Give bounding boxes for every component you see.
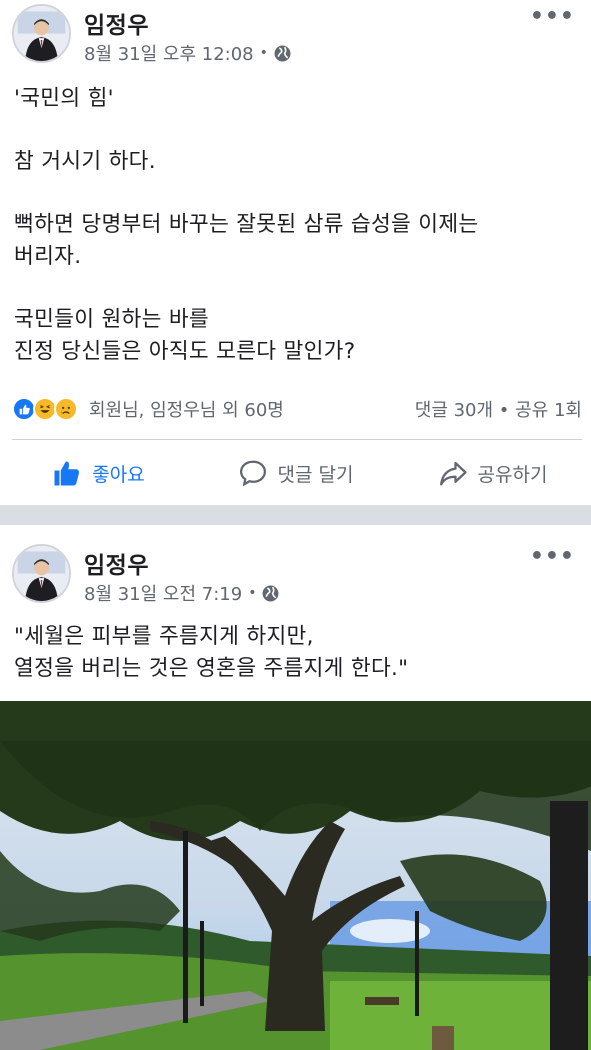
- post-line: '국민의 힘': [14, 86, 114, 111]
- post-line: 열정을 버리는 것은 영혼을 주름지게 한다.": [14, 656, 409, 681]
- comment-label: 댓글 달기: [277, 463, 354, 486]
- globe-icon[interactable]: [274, 45, 291, 62]
- share-arrow-icon: [439, 461, 467, 486]
- post-actions: 좋아요 댓글 달기 공유하기: [0, 448, 591, 498]
- comment-button[interactable]: 댓글 달기: [197, 448, 394, 498]
- more-options-button[interactable]: •••: [530, 4, 575, 29]
- globe-icon[interactable]: [262, 585, 279, 602]
- post-text: '국민의 힘' 참 거시기 하다. 뻑하면 당명부터 바꾸는 잘못된 삼류 습성…: [14, 83, 479, 368]
- divider: [12, 439, 582, 440]
- post-line: 버리자.: [14, 244, 82, 269]
- thumbs-up-icon: [54, 461, 80, 486]
- news-feed: 임정우 8월 31일 오후 12:08 • ••• '국민의 힘' 참 거시기 …: [0, 0, 591, 1050]
- post-2: 임정우 8월 31일 오전 7:19 • ••• "세월은 피부를 주름지게 하…: [0, 525, 591, 1050]
- post-header: 임정우 8월 31일 오전 7:19 • •••: [0, 540, 591, 610]
- comment-share-counts[interactable]: 댓글 30개 • 공유 1회: [415, 396, 582, 422]
- reaction-icons: [12, 397, 78, 421]
- post-line: "세월은 피부를 주름지게 하지만,: [14, 624, 314, 649]
- author-name[interactable]: 임정우: [84, 546, 149, 580]
- avatar[interactable]: [12, 4, 71, 63]
- author-name[interactable]: 임정우: [84, 6, 149, 40]
- share-label: 공유하기: [477, 463, 548, 486]
- post-1: 임정우 8월 31일 오후 12:08 • ••• '국민의 힘' 참 거시기 …: [0, 0, 591, 505]
- reaction-summary[interactable]: 회원님, 임정우님 외 60명: [89, 396, 284, 422]
- meta-separator: •: [248, 585, 257, 601]
- like-button[interactable]: 좋아요: [0, 448, 197, 498]
- post-meta: 8월 31일 오전 7:19 •: [84, 580, 279, 606]
- like-label: 좋아요: [92, 463, 145, 486]
- avatar[interactable]: [12, 544, 71, 603]
- post-line: 진정 당신들은 아직도 모른다 말인가?: [14, 339, 356, 364]
- post-line: 뻑하면 당명부터 바꾸는 잘못된 삼류 습성을 이제는: [14, 212, 479, 237]
- reactions-bar[interactable]: 회원님, 임정우님 외 60명 댓글 30개 • 공유 1회: [12, 394, 582, 424]
- feed-separator: [0, 505, 591, 525]
- post-text: "세월은 피부를 주름지게 하지만, 열정을 버리는 것은 영혼을 주름지게 한…: [14, 621, 408, 685]
- post-photo[interactable]: [0, 701, 591, 1050]
- post-header: 임정우 8월 31일 오후 12:08 • •••: [0, 0, 591, 70]
- more-options-button[interactable]: •••: [530, 544, 575, 569]
- sad-reaction-icon: [54, 397, 78, 421]
- post-line: 국민들이 원하는 바를: [14, 307, 209, 332]
- speech-bubble-icon: [239, 460, 266, 487]
- post-timestamp[interactable]: 8월 31일 오전 7:19: [84, 580, 242, 606]
- share-button[interactable]: 공유하기: [394, 448, 591, 498]
- post-line: 참 거시기 하다.: [14, 149, 156, 174]
- post-meta: 8월 31일 오후 12:08 •: [84, 40, 291, 66]
- post-timestamp[interactable]: 8월 31일 오후 12:08: [84, 40, 254, 66]
- meta-separator: •: [259, 45, 268, 61]
